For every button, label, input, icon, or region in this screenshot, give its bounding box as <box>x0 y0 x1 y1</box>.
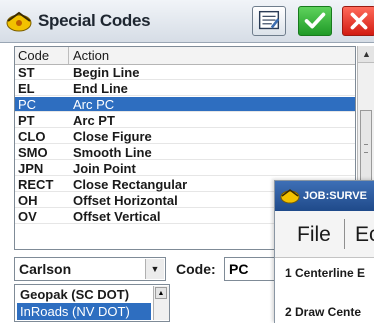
menu-divider <box>344 219 345 249</box>
close-icon <box>350 12 368 30</box>
window-title: Special Codes <box>38 11 151 30</box>
special-codes-window: Special Codes Code Action ST Begin Line … <box>0 0 374 323</box>
code-input[interactable]: PC <box>224 257 276 281</box>
row-code: ST <box>18 65 35 80</box>
menu-edit[interactable]: Ec <box>355 223 374 247</box>
scroll-up-arrow-icon[interactable]: ▲ <box>358 46 374 63</box>
column-header-code[interactable]: Code <box>18 48 49 63</box>
scroll-up-arrow-icon[interactable]: ▲ <box>155 287 167 299</box>
column-divider[interactable] <box>68 47 69 64</box>
list-header: Code Action <box>15 47 355 65</box>
checkmark-icon <box>304 12 326 29</box>
list-row[interactable]: JPN Join Point <box>15 161 355 176</box>
list-row[interactable]: ST Begin Line <box>15 65 355 80</box>
ok-button[interactable] <box>298 6 332 36</box>
row-action: Close Figure <box>73 129 152 144</box>
column-header-action[interactable]: Action <box>73 48 109 63</box>
notes-button[interactable] <box>252 6 286 36</box>
list-row[interactable]: EL End Line <box>15 81 355 96</box>
menu-item-centerline[interactable]: 1 Centerline E <box>285 266 365 280</box>
row-action: Arc PC <box>73 97 115 112</box>
row-action: Smooth Line <box>73 145 152 160</box>
row-action: Close Rectangular <box>73 177 188 192</box>
row-code: EL <box>18 81 35 96</box>
background-job-window[interactable]: JOB:SURVE File Ec 1 Centerline E 2 Draw … <box>274 180 374 323</box>
list-row[interactable]: CLO Close Figure <box>15 129 355 144</box>
row-action: Begin Line <box>73 65 140 80</box>
notepad-icon <box>258 10 280 30</box>
row-action: Offset Vertical <box>73 209 161 224</box>
code-label: Code: <box>176 261 216 277</box>
dropdown-scrollbar[interactable]: ▲ <box>153 286 169 320</box>
code-style-value: Carlson <box>19 261 72 277</box>
code-style-dropdown-list[interactable]: Geopak (SC DOT) InRoads (NV DOT) ▲ <box>14 284 170 322</box>
row-code: PC <box>18 97 37 112</box>
list-row[interactable]: PT Arc PT <box>15 113 355 128</box>
list-row[interactable]: SMO Smooth Line <box>15 145 355 160</box>
row-action: Arc PT <box>73 113 115 128</box>
row-action: Offset Horizontal <box>73 193 178 208</box>
row-action: Join Point <box>73 161 136 176</box>
scroll-thumb[interactable] <box>360 110 372 188</box>
dropdown-option[interactable]: Geopak (SC DOT) <box>17 286 151 303</box>
app-icon <box>280 189 300 204</box>
background-window-title: JOB:SURVE <box>303 190 367 202</box>
row-code: SMO <box>18 145 48 160</box>
code-style-select[interactable]: Carlson ▼ <box>14 257 166 281</box>
dropdown-option-selected[interactable]: InRoads (NV DOT) <box>17 303 151 320</box>
menu-file[interactable]: File <box>297 223 331 247</box>
row-code: RECT <box>18 177 54 192</box>
row-code: OH <box>18 193 38 208</box>
row-action: End Line <box>73 81 128 96</box>
list-row-selected[interactable]: PC Arc PC <box>15 97 355 112</box>
menu-item-draw-centerline[interactable]: 2 Draw Cente <box>285 305 361 319</box>
background-window-title-bar[interactable]: JOB:SURVE <box>275 181 374 211</box>
close-button[interactable] <box>342 6 374 36</box>
chevron-down-icon[interactable]: ▼ <box>145 259 164 279</box>
row-code: OV <box>18 209 37 224</box>
row-code: CLO <box>18 129 46 144</box>
row-code: JPN <box>18 161 44 176</box>
row-code: PT <box>18 113 35 128</box>
app-icon <box>6 11 32 32</box>
background-window-menu-bar: File Ec <box>275 211 374 258</box>
title-bar: Special Codes <box>0 0 374 43</box>
